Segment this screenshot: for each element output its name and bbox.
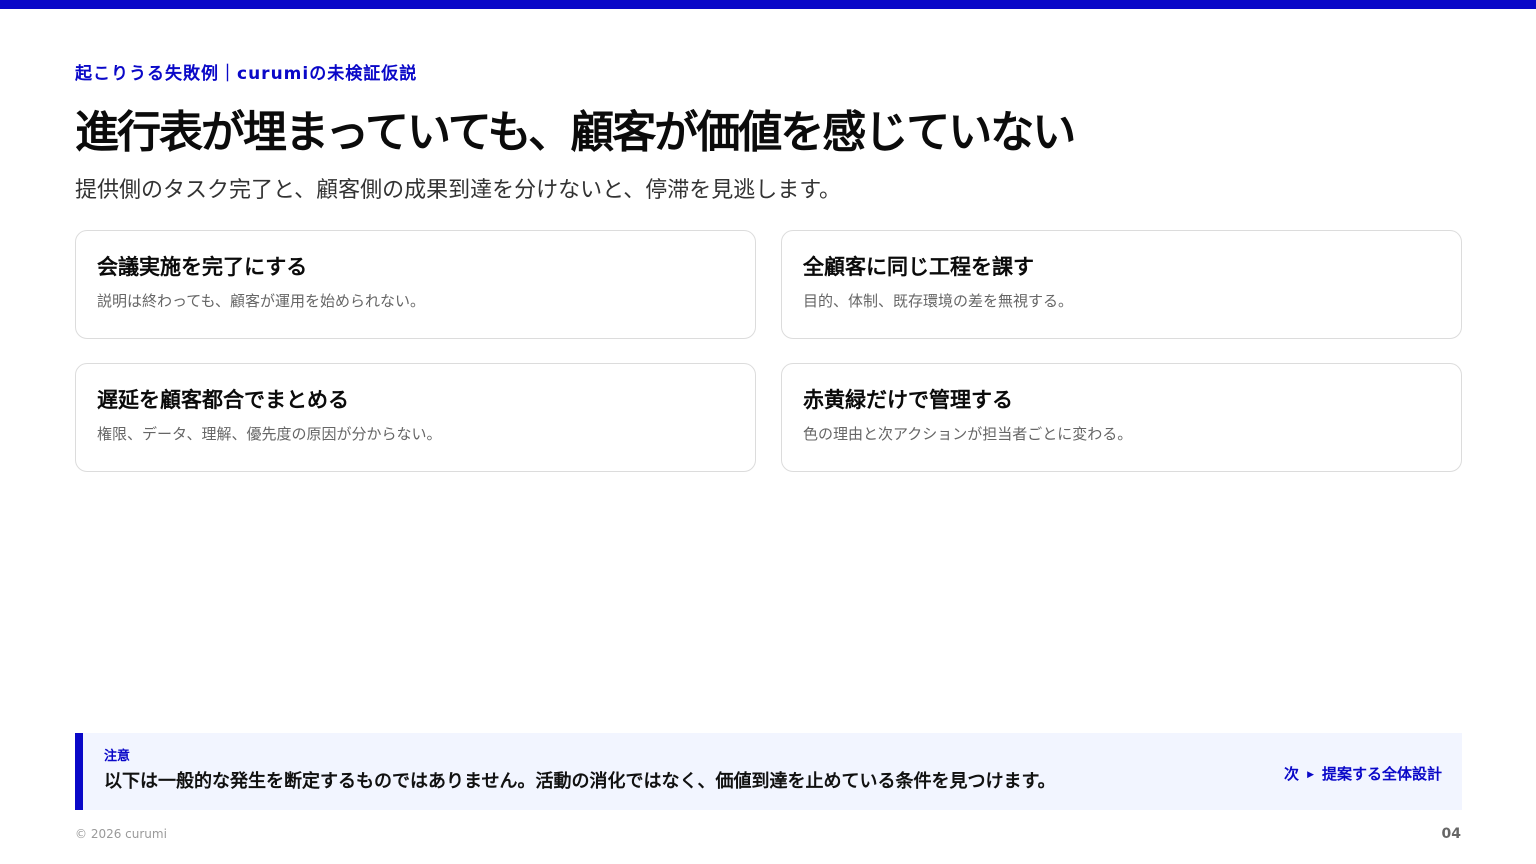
copyright: © 2026 curumi bbox=[75, 827, 167, 841]
next-prefix: 次 bbox=[1284, 765, 1300, 783]
page-title: 進行表が埋まっていても、顧客が価値を感じていない bbox=[75, 107, 1076, 158]
card-title: 遅延を顧客都合でまとめる bbox=[97, 388, 349, 412]
section-eyebrow: 起こりうる失敗例｜curumiの未検証仮説 bbox=[75, 64, 418, 84]
failure-card-traffic-light: 赤黄緑だけで管理する 色の理由と次アクションが担当者ごとに変わる。 bbox=[781, 363, 1462, 472]
card-description: 目的、体制、既存環境の差を無視する。 bbox=[803, 292, 1074, 310]
card-title: 全顧客に同じ工程を課す bbox=[803, 255, 1034, 279]
notice-box: 注意 以下は一般的な発生を断定するものではありません。活動の消化ではなく、価値到… bbox=[75, 733, 1462, 810]
page-number: 04 bbox=[1441, 826, 1461, 842]
card-description: 色の理由と次アクションが担当者ごとに変わる。 bbox=[803, 425, 1133, 443]
notice-label: 注意 bbox=[104, 749, 131, 764]
next-section-link[interactable]: 次 ▶ 提案する全体設計 bbox=[1284, 763, 1442, 784]
notice-text: 以下は一般的な発生を断定するものではありません。活動の消化ではなく、価値到達を止… bbox=[104, 771, 1056, 792]
page-subtitle: 提供側のタスク完了と、顧客側の成果到達を分けないと、停滞を見逃します。 bbox=[75, 178, 842, 203]
card-title: 赤黄緑だけで管理する bbox=[803, 388, 1013, 412]
next-label: 提案する全体設計 bbox=[1321, 765, 1442, 783]
card-description: 権限、データ、理解、優先度の原因が分からない。 bbox=[97, 425, 442, 443]
failure-card-delay: 遅延を顧客都合でまとめる 権限、データ、理解、優先度の原因が分からない。 bbox=[75, 363, 756, 472]
failure-card-meeting: 会議実施を完了にする 説明は終わっても、顧客が運用を始められない。 bbox=[75, 230, 756, 339]
card-description: 説明は終わっても、顧客が運用を始められない。 bbox=[97, 292, 426, 310]
top-accent-bar bbox=[0, 0, 1536, 9]
arrow-right-icon: ▶ bbox=[1307, 770, 1314, 780]
slide: 起こりうる失敗例｜curumiの未検証仮説 進行表が埋まっていても、顧客が価値を… bbox=[0, 0, 1536, 864]
failure-card-same-process: 全顧客に同じ工程を課す 目的、体制、既存環境の差を無視する。 bbox=[781, 230, 1462, 339]
card-title: 会議実施を完了にする bbox=[97, 255, 308, 279]
